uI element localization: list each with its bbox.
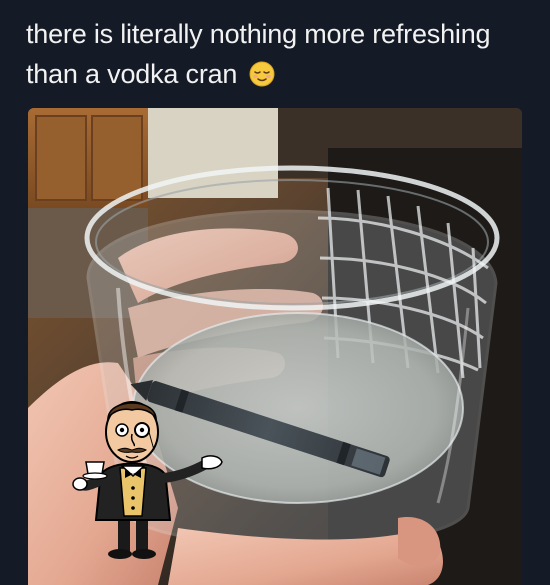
relieved-face-emoji-icon xyxy=(249,58,275,98)
caption-text: there is literally nothing more refreshi… xyxy=(26,14,526,98)
butler-mascot-sticker xyxy=(70,388,226,566)
meme-post: there is literally nothing more refreshi… xyxy=(0,0,550,585)
